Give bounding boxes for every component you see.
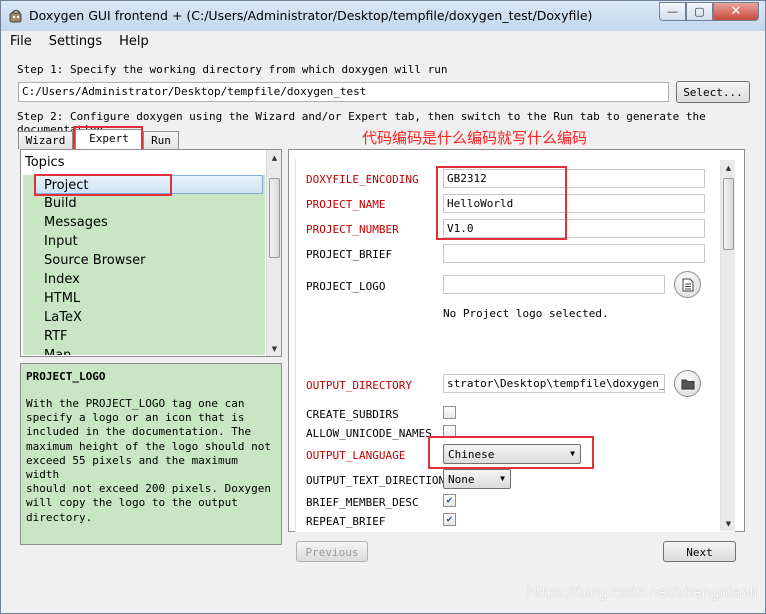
- topic-item-latex[interactable]: LaTeX: [23, 308, 265, 327]
- topics-panel: Topics Project Build Messages Input Sour…: [20, 149, 282, 357]
- browse-logo-button[interactable]: [674, 271, 701, 298]
- create-subdirs-label: CREATE_SUBDIRS: [306, 408, 399, 421]
- tab-run[interactable]: Run: [143, 131, 179, 149]
- topics-scrollbar[interactable]: ▲ ▼: [266, 150, 281, 356]
- project-brief-label: PROJECT_BRIEF: [306, 248, 393, 261]
- project-brief-input[interactable]: [443, 244, 705, 263]
- repeat-brief-label: REPEAT_BRIEF: [306, 515, 386, 528]
- output-directory-input[interactable]: strator\Desktop\tempfile\doxygen_test: [443, 374, 665, 393]
- file-icon: [682, 278, 693, 291]
- chevron-down-icon: ▼: [500, 474, 505, 483]
- topic-item-index[interactable]: Index: [23, 270, 265, 289]
- menu-file[interactable]: File: [1, 31, 40, 53]
- doxygen-app-icon: [9, 9, 22, 23]
- project-number-input[interactable]: V1.0: [443, 219, 705, 238]
- close-button[interactable]: ✕: [713, 2, 759, 21]
- doxygen-window: Doxygen GUI frontend + (C:/Users/Adminis…: [0, 0, 766, 614]
- topics-header: Topics: [25, 155, 65, 170]
- scroll-up-icon[interactable]: ▲: [267, 150, 282, 165]
- topic-item-messages[interactable]: Messages: [23, 213, 265, 232]
- tab-wizard[interactable]: Wizard: [18, 131, 73, 149]
- doxyfile-encoding-input[interactable]: GB2312: [443, 169, 705, 188]
- folder-icon: [681, 379, 694, 389]
- working-directory-input[interactable]: C:/Users/Administrator/Desktop/tempfile/…: [18, 82, 669, 102]
- output-text-direction-value: None: [448, 473, 475, 486]
- scroll-down-icon[interactable]: ▼: [267, 341, 282, 356]
- project-number-label: PROJECT_NUMBER: [306, 223, 399, 236]
- topic-item-source-browser[interactable]: Source Browser: [23, 251, 265, 270]
- topic-item-input[interactable]: Input: [23, 232, 265, 251]
- topic-item-build[interactable]: Build: [23, 194, 265, 213]
- output-text-direction-select[interactable]: None ▼: [443, 469, 511, 489]
- scroll-up-icon[interactable]: ▲: [721, 160, 736, 175]
- step1-label: Step 1: Specify the working directory fr…: [17, 63, 448, 76]
- project-name-label: PROJECT_NAME: [306, 198, 386, 211]
- doxyfile-encoding-label: DOXYFILE_ENCODING: [306, 173, 419, 186]
- allow-unicode-names-label: ALLOW_UNICODE_NAMES: [306, 427, 432, 440]
- allow-unicode-names-checkbox[interactable]: [443, 425, 456, 438]
- output-language-select[interactable]: Chinese ▼: [443, 444, 581, 464]
- close-icon: ✕: [730, 4, 742, 19]
- select-directory-button[interactable]: Select...: [676, 81, 750, 103]
- topic-item-project[interactable]: Project: [35, 175, 263, 194]
- brief-member-desc-checkbox[interactable]: ✔: [443, 494, 456, 507]
- topic-item-rtf[interactable]: RTF: [23, 327, 265, 346]
- help-panel: PROJECT_LOGO With the PROJECT_LOGO tag o…: [20, 363, 282, 545]
- watermark: https://blog.csdn.net/zhengnianli: [527, 585, 758, 601]
- options-scrollbar[interactable]: ▲ ▼: [720, 160, 735, 531]
- topic-item-man[interactable]: Man: [23, 346, 265, 355]
- topic-item-html[interactable]: HTML: [23, 289, 265, 308]
- project-logo-input[interactable]: [443, 275, 665, 294]
- menu-settings[interactable]: Settings: [40, 31, 110, 53]
- repeat-brief-checkbox[interactable]: ✔: [443, 513, 456, 526]
- output-language-label: OUTPUT_LANGUAGE: [306, 449, 406, 462]
- topics-scroll-thumb[interactable]: [269, 178, 280, 258]
- previous-button[interactable]: Previous: [296, 541, 368, 562]
- topics-list: Project Build Messages Input Source Brow…: [23, 175, 265, 355]
- next-button[interactable]: Next: [663, 541, 736, 562]
- window-title: Doxygen GUI frontend + (C:/Users/Adminis…: [29, 8, 593, 23]
- maximize-icon: ▢: [694, 5, 705, 18]
- maximize-button[interactable]: ▢: [686, 2, 713, 21]
- encoding-annotation: 代码编码是什么编码就写什么编码: [362, 129, 588, 147]
- chevron-down-icon: ▼: [570, 449, 575, 458]
- checkmark-icon: ✔: [446, 514, 453, 525]
- minimize-icon: —: [667, 5, 678, 18]
- output-language-value: Chinese: [448, 448, 495, 461]
- output-text-direction-label: OUTPUT_TEXT_DIRECTION: [306, 474, 446, 487]
- scroll-down-icon[interactable]: ▼: [721, 516, 736, 531]
- brief-member-desc-label: BRIEF_MEMBER_DESC: [306, 496, 419, 509]
- checkmark-icon: ✔: [446, 495, 453, 506]
- project-logo-label: PROJECT_LOGO: [306, 280, 386, 293]
- menu-bar: File Settings Help: [1, 31, 765, 53]
- options-scroll-thumb[interactable]: [723, 178, 734, 250]
- window-controls: — ▢ ✕: [659, 2, 759, 21]
- menu-help[interactable]: Help: [110, 31, 157, 53]
- options-panel: DOXYFILE_ENCODING GB2312 PROJECT_NAME He…: [295, 159, 735, 532]
- title-bar[interactable]: Doxygen GUI frontend + (C:/Users/Adminis…: [1, 1, 765, 31]
- project-name-input[interactable]: HelloWorld: [443, 194, 705, 213]
- project-logo-status: No Project logo selected.: [443, 307, 609, 320]
- help-title: PROJECT_LOGO: [26, 370, 106, 383]
- help-text: With the PROJECT_LOGO tag one can specif…: [26, 397, 272, 524]
- browse-output-directory-button[interactable]: [674, 370, 701, 397]
- minimize-button[interactable]: —: [659, 2, 686, 21]
- create-subdirs-checkbox[interactable]: [443, 406, 456, 419]
- output-directory-label: OUTPUT_DIRECTORY: [306, 379, 412, 392]
- tab-expert[interactable]: Expert: [75, 129, 143, 149]
